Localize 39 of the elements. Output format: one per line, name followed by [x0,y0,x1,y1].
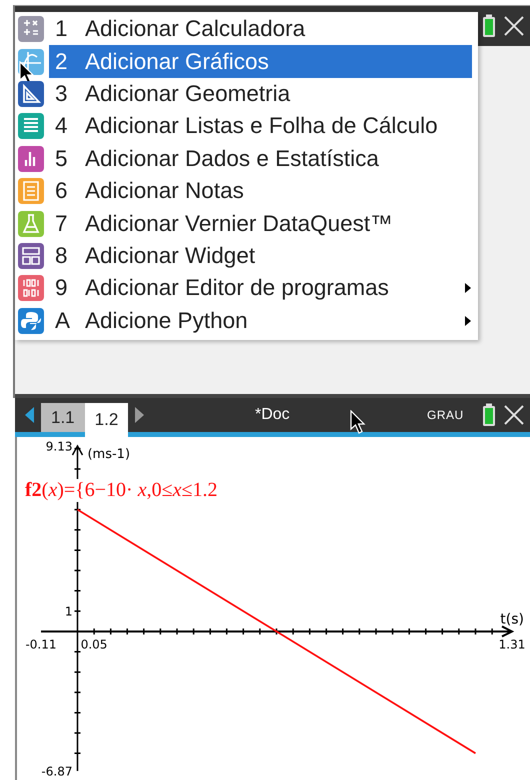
menu-item[interactable]: A Adicione Python [49,304,472,337]
vernier-app-icon [18,210,44,237]
page-tab[interactable]: 1.1 [41,403,85,432]
axis-label: (ms-1) [87,447,130,462]
menu-item[interactable]: 8 Adicionar Widget [49,240,472,272]
document-title: *Doc [255,406,290,424]
menu-item[interactable]: 5 Adicionar Dados e Estatística [49,142,472,175]
menu-item[interactable]: 9 Adicionar Editor de programas [49,272,472,305]
tick-label: 1.31 [498,637,526,652]
page-tab[interactable]: 1.2 [84,403,128,437]
tick-label: 0.05 [80,637,108,652]
angle-mode-label: GRAU [427,408,464,422]
program-app-icon [18,275,44,302]
close-icon[interactable] [504,16,524,36]
menu-item[interactable]: 3 Adicionar Geometria [49,78,472,110]
tick-label: -6.87 [41,764,72,778]
battery-icon [482,403,496,427]
tick-label: 9.13 [46,440,72,454]
cursor-icon [350,410,366,434]
battery-icon [482,14,496,38]
calculator-app-icon [18,16,44,42]
menu-item[interactable]: 7 Adicionar Vernier DataQuest™ [49,207,472,240]
previous-arrow-icon[interactable] [25,407,35,423]
data-app-icon [18,146,44,172]
menu-item[interactable]: 2 Adicionar Gráficos [49,45,472,78]
close-icon[interactable] [504,405,524,425]
menu-item[interactable]: 4 Adicionar Listas e Folha de Cálculo [49,110,472,143]
tick-label: -0.11 [25,637,57,652]
tick-label: 1 [64,604,72,619]
axis-label: t(s) [500,611,524,628]
menu-item[interactable]: 6 Adicionar Notas [49,174,472,208]
lists-app-icon [18,113,44,140]
python-app-icon [18,308,44,334]
menu-item[interactable]: 1 Adicionar Calculadora [49,13,472,46]
notes-app-icon [18,178,44,204]
next-arrow-icon[interactable] [134,407,144,423]
geometry-app-icon [18,80,44,107]
widget-app-icon [18,242,44,269]
function-label: f2(x)={6−10· x,0≤x≤1.2 [25,479,218,502]
